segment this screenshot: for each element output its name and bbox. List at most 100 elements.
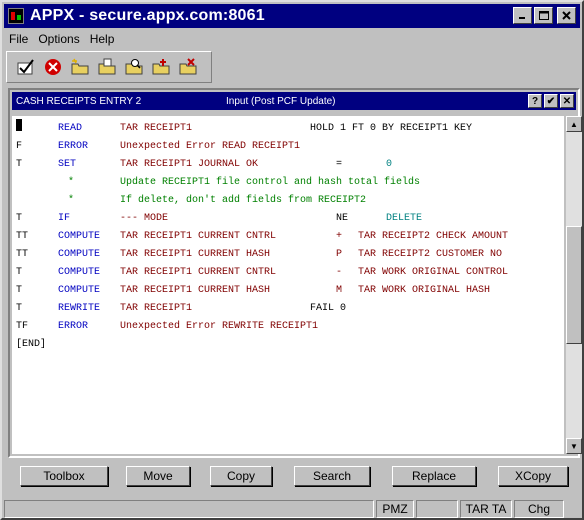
comment-marker: * bbox=[68, 195, 75, 206]
line-operand: TAR RECEIPT1 CURRENT CNTRL bbox=[120, 231, 277, 242]
line-operand: TAR RECEIPT1 CURRENT HASH bbox=[120, 249, 271, 260]
line-operand: TAR RECEIPT1 bbox=[120, 123, 193, 134]
code-line[interactable]: T REWRITE TAR RECEIPT1 FAIL 0 bbox=[12, 300, 564, 318]
code-line[interactable]: T IF --- MODE NE DELETE bbox=[12, 210, 564, 228]
folder-search-icon[interactable] bbox=[123, 56, 145, 78]
folder-add-icon[interactable] bbox=[150, 56, 172, 78]
line-operand: Unexpected Error REWRITE RECEIPT1 bbox=[120, 321, 319, 332]
folder-new-icon[interactable] bbox=[69, 56, 91, 78]
line-result: TAR RECEIPT2 CHECK AMOUNT bbox=[358, 231, 509, 242]
code-panel: CASH RECEIPTS ENTRY 2 Input (Post PCF Up… bbox=[8, 88, 582, 458]
line-verb: READ bbox=[58, 123, 83, 134]
code-line[interactable]: T COMPUTE TAR RECEIPT1 CURRENT HASH M TAR WO… bbox=[12, 282, 564, 300]
line-result: DELETE bbox=[386, 213, 423, 224]
code-line[interactable]: TT COMPUTE TAR RECEIPT1 CURRENT CNTRL + TAR … bbox=[12, 228, 564, 246]
line-flag: T bbox=[16, 159, 23, 170]
code-line[interactable]: * Update RECEIPT1 file control and hash t… bbox=[12, 174, 564, 192]
line-operator: - bbox=[336, 267, 343, 278]
stop-icon[interactable] bbox=[42, 56, 64, 78]
search-button[interactable]: Search bbox=[294, 466, 370, 486]
status-blank bbox=[416, 500, 458, 518]
line-verb: SET bbox=[58, 159, 77, 170]
code-line[interactable]: F ERROR Unexpected Error READ RECEIPT1 bbox=[12, 138, 564, 156]
menu-file[interactable]: File bbox=[4, 32, 33, 46]
line-operand: TAR RECEIPT1 CURRENT CNTRL bbox=[120, 267, 277, 278]
ok-button[interactable]: ✔ bbox=[544, 94, 558, 108]
status-mode: Chg bbox=[514, 500, 564, 518]
comment-text: If delete, don't add fields from RECEIPT… bbox=[120, 195, 367, 206]
line-flag: TT bbox=[16, 249, 29, 260]
help-button[interactable]: ? bbox=[528, 94, 542, 108]
folder-open-icon[interactable] bbox=[96, 56, 118, 78]
window-title: APPX - secure.appx.com:8061 bbox=[30, 7, 265, 24]
line-flag: TF bbox=[16, 321, 29, 332]
line-options: HOLD 1 FT 0 BY RECEIPT1 KEY bbox=[310, 123, 473, 134]
folder-delete-icon[interactable] bbox=[177, 56, 199, 78]
code-line[interactable]: T COMPUTE TAR RECEIPT1 CURRENT CNTRL - TAR W… bbox=[12, 264, 564, 282]
panel-close-button[interactable]: ✕ bbox=[560, 94, 574, 108]
line-verb: COMPUTE bbox=[58, 249, 101, 260]
app-window: APPX - secure.appx.com:8061 File Options… bbox=[0, 0, 584, 520]
code-line[interactable]: * If delete, don't add fields from RECEIP… bbox=[12, 192, 564, 210]
line-verb: COMPUTE bbox=[58, 267, 101, 278]
line-result: 0 bbox=[386, 159, 393, 170]
status-bar: PMZ TAR TA Chg bbox=[4, 500, 580, 518]
comment-marker: * bbox=[68, 177, 75, 188]
status-pmz: PMZ bbox=[376, 500, 414, 518]
line-operand: TAR RECEIPT1 bbox=[120, 303, 193, 314]
scroll-down-arrow-icon[interactable]: ▼ bbox=[566, 438, 582, 454]
title-bar[interactable]: APPX - secure.appx.com:8061 bbox=[4, 4, 580, 28]
xcopy-button[interactable]: XCopy bbox=[498, 466, 568, 486]
line-operator: M bbox=[336, 285, 343, 296]
minimize-button[interactable] bbox=[513, 7, 532, 24]
action-button-row: Toolbox Move Copy Search Replace XCopy bbox=[20, 466, 568, 488]
check-icon[interactable] bbox=[15, 56, 37, 78]
line-flag: T bbox=[16, 267, 23, 278]
line-verb: ERROR bbox=[58, 141, 89, 152]
line-options: FAIL 0 bbox=[310, 303, 347, 314]
line-operand: TAR RECEIPT1 JOURNAL OK bbox=[120, 159, 259, 170]
menu-help[interactable]: Help bbox=[85, 32, 120, 46]
code-line[interactable]: TF ERROR Unexpected Error REWRITE RECEIPT1 bbox=[12, 318, 564, 336]
code-editor[interactable]: READ TAR RECEIPT1 HOLD 1 FT 0 BY RECEIPT1 … bbox=[12, 116, 564, 454]
comment-text: Update RECEIPT1 file control and hash to… bbox=[120, 177, 421, 188]
code-line[interactable]: [END] bbox=[12, 336, 564, 354]
process-name: CASH RECEIPTS ENTRY 2 bbox=[16, 95, 142, 107]
line-flag: T bbox=[16, 213, 23, 224]
line-flag: [END] bbox=[16, 339, 47, 350]
scroll-up-arrow-icon[interactable]: ▲ bbox=[566, 116, 582, 132]
line-operand: TAR RECEIPT1 CURRENT HASH bbox=[120, 285, 271, 296]
line-verb: COMPUTE bbox=[58, 285, 101, 296]
line-verb: COMPUTE bbox=[58, 231, 101, 242]
code-line[interactable]: T SET TAR RECEIPT1 JOURNAL OK = 0 bbox=[12, 156, 564, 174]
vertical-scrollbar[interactable]: ▲ ▼ bbox=[566, 116, 582, 454]
scroll-thumb[interactable] bbox=[566, 226, 582, 344]
process-mode: Input (Post PCF Update) bbox=[226, 95, 336, 107]
line-flag: TT bbox=[16, 231, 29, 242]
close-button[interactable] bbox=[557, 7, 576, 24]
toolbar bbox=[6, 51, 212, 83]
code-line[interactable]: TT COMPUTE TAR RECEIPT1 CURRENT HASH P TAR R… bbox=[12, 246, 564, 264]
toolbox-button[interactable]: Toolbox bbox=[20, 466, 108, 486]
copy-button[interactable]: Copy bbox=[210, 466, 272, 486]
line-flag: F bbox=[16, 141, 23, 152]
line-operator: NE bbox=[336, 213, 349, 224]
status-app: TAR TA bbox=[460, 500, 512, 518]
line-result: TAR WORK ORIGINAL HASH bbox=[358, 285, 491, 296]
maximize-icon bbox=[538, 10, 549, 20]
line-operand: --- MODE bbox=[120, 213, 169, 224]
line-flag: T bbox=[16, 303, 23, 314]
line-verb: ERROR bbox=[58, 321, 89, 332]
minimize-icon bbox=[519, 17, 525, 19]
move-button[interactable]: Move bbox=[126, 466, 190, 486]
menu-options[interactable]: Options bbox=[33, 32, 84, 46]
line-verb: IF bbox=[58, 213, 71, 224]
line-operator: = bbox=[336, 159, 343, 170]
maximize-button[interactable] bbox=[534, 7, 553, 24]
code-line[interactable]: READ TAR RECEIPT1 HOLD 1 FT 0 BY RECEIPT1 … bbox=[12, 120, 564, 138]
line-flag: T bbox=[16, 285, 23, 296]
status-message bbox=[4, 500, 374, 518]
replace-button[interactable]: Replace bbox=[392, 466, 476, 486]
menu-bar: File Options Help bbox=[4, 29, 580, 48]
line-result: TAR RECEIPT2 CUSTOMER NO bbox=[358, 249, 503, 260]
